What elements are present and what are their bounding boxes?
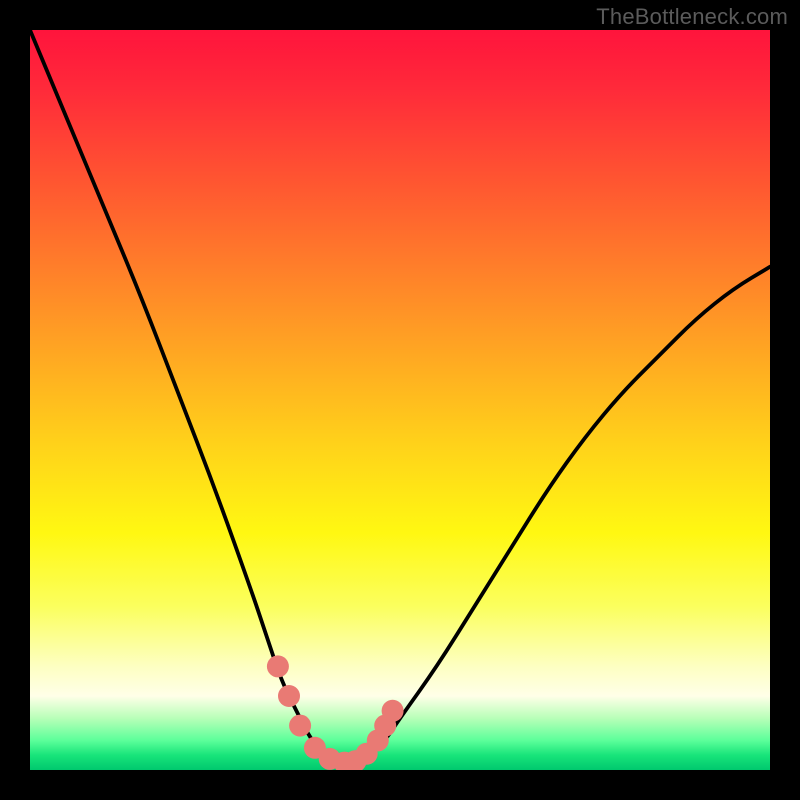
- chart-frame: TheBottleneck.com: [0, 0, 800, 800]
- watermark-text: TheBottleneck.com: [596, 4, 788, 30]
- curve-markers-group: [267, 655, 404, 770]
- curve-marker: [382, 700, 404, 722]
- curve-marker: [267, 655, 289, 677]
- bottleneck-curve-line: [30, 30, 770, 763]
- plot-area: [30, 30, 770, 770]
- curve-marker: [289, 715, 311, 737]
- curve-marker: [278, 685, 300, 707]
- bottleneck-curve-svg: [30, 30, 770, 770]
